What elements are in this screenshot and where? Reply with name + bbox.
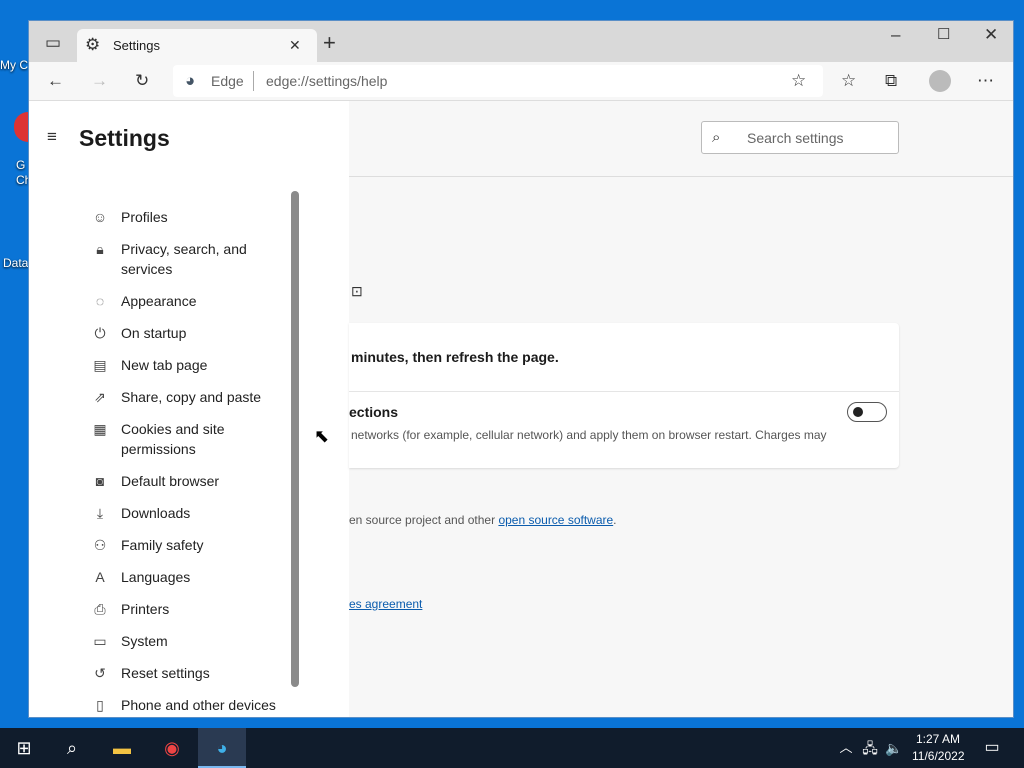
sidebar-item-label: Family safety — [121, 537, 204, 553]
toggle-knob — [853, 407, 863, 417]
page-title: Settings — [79, 125, 170, 151]
reset-icon: ↺ — [94, 665, 106, 681]
tab-settings[interactable]: ⚙ Settings ✕ — [77, 29, 317, 62]
oss-end: . — [613, 513, 617, 527]
desktop-icon-label[interactable]: Data — [3, 256, 28, 270]
metered-description: networks (for example, cellular network)… — [351, 428, 827, 442]
sidebar-scrollbar[interactable] — [291, 191, 299, 687]
briefcase-icon: ⊡ — [351, 283, 363, 299]
collections-icon[interactable]: ⧉ — [885, 71, 897, 91]
search-taskbar-icon[interactable]: ⌕ — [48, 728, 96, 768]
desktop-icon-label[interactable]: My C — [0, 58, 28, 72]
sidebar-item-label: Appearance — [121, 293, 197, 309]
show-hidden-icons[interactable]: ︿ — [834, 728, 858, 768]
browser-window: ▭ ⚙ Settings ✕ + – ☐ ✕ ← → ↻ ◕ Edge edge… — [28, 20, 1014, 718]
edge-logo-icon: ◕ — [185, 71, 196, 90]
back-button[interactable]: ← — [47, 71, 64, 91]
maximize-button[interactable]: ☐ — [937, 25, 950, 45]
toolbar: ← → ↻ ◕ Edge edge://settings/help ☆ ☆ ⧉ … — [29, 62, 1013, 101]
divider — [253, 71, 254, 91]
start-button[interactable]: ⊞ — [0, 728, 48, 768]
close-tab-icon[interactable]: ✕ — [289, 35, 301, 55]
oss-prefix: en source project and other — [349, 513, 499, 527]
desktop-icon-chrome[interactable] — [14, 112, 28, 142]
settings-sidebar: ≡ Settings ☺ Profiles 🔒︎ Privacy, search, a… — [29, 101, 349, 717]
settings-content: ⌕ Search settings ⊡ minutes, then refres… — [349, 101, 1013, 717]
sidebar-item-label: Default browser — [121, 473, 220, 489]
volume-icon[interactable]: 🔈 — [882, 728, 906, 768]
address-bar[interactable]: ◕ Edge edge://settings/help ☆ — [173, 65, 823, 97]
notifications-icon[interactable]: ▭ — [968, 728, 1016, 768]
sidebar-item-label: Printers — [121, 601, 170, 617]
lock-icon: 🔒︎ — [96, 241, 104, 257]
taskbar: ⊞ ⌕ ▬ ◉ ◕ ︿ 🖧 🔈 1:27 AM 11/6/2022 ▭ — [0, 728, 1024, 768]
agreement-link[interactable]: es agreement — [349, 597, 422, 611]
profile-icon: ☺ — [92, 209, 108, 225]
sidebar-item-label: System — [121, 633, 168, 649]
languages-icon: A — [95, 569, 105, 585]
settings-card: minutes, then refresh the page. ections … — [349, 323, 899, 468]
search-icon: ⌕ — [712, 129, 721, 146]
phone-icon: ▯ — [96, 697, 104, 713]
refresh-button[interactable]: ↻ — [135, 71, 149, 91]
sidebar-item-label: Share, copy and paste — [121, 389, 262, 405]
sidebar-item-label: Profiles — [121, 209, 168, 225]
search-input[interactable]: ⌕ Search settings — [701, 121, 899, 154]
cookies-icon: ▦ — [93, 421, 107, 437]
tab-title: Settings — [113, 38, 160, 53]
favorites-icon[interactable]: ☆ — [841, 71, 856, 91]
sidebar-item-label: New tab page — [121, 357, 208, 373]
oss-link[interactable]: open source software — [498, 513, 613, 527]
chrome-icon[interactable]: ◉ — [148, 728, 196, 768]
metered-toggle[interactable] — [847, 402, 887, 422]
system-icon: ▭ — [93, 633, 107, 649]
family-icon: ⚇ — [93, 537, 107, 553]
clock-date[interactable]: 11/6/2022 — [912, 749, 965, 763]
clock-time[interactable]: 1:27 AM — [916, 732, 960, 746]
edge-icon[interactable]: ◕ — [198, 728, 246, 768]
refresh-message: minutes, then refresh the page. — [351, 349, 559, 365]
sidebar-item-label: Cookies and site permissions — [121, 421, 225, 457]
share-icon: ⇗ — [94, 389, 106, 405]
hamburger-menu-icon[interactable]: ≡ — [47, 127, 57, 147]
default-browser-icon: ◙ — [95, 473, 105, 489]
printer-icon: ⎙ — [94, 601, 106, 617]
power-icon: ⏻ — [94, 325, 106, 341]
more-menu-icon[interactable]: ⋯ — [977, 71, 994, 91]
search-placeholder: Search settings — [747, 130, 844, 146]
profile-avatar[interactable] — [929, 70, 951, 92]
add-favorite-icon[interactable]: ☆ — [791, 71, 806, 91]
download-icon: ⤓ — [96, 505, 104, 521]
network-icon[interactable]: 🖧 — [858, 728, 882, 768]
address-prefix: Edge — [211, 73, 244, 89]
header-divider — [349, 176, 1013, 177]
tab-strip: ▭ ⚙ Settings ✕ + – ☐ ✕ — [29, 21, 1013, 62]
metered-title: ections — [349, 404, 399, 420]
new-tab-icon: ▤ — [93, 357, 107, 373]
gear-icon: ⚙ — [85, 35, 101, 54]
sidebar-item-label: Languages — [121, 569, 191, 585]
sidebar-item-label: Phone and other devices — [121, 697, 276, 713]
palette-icon: ◌ — [95, 293, 105, 309]
card-divider — [349, 391, 899, 392]
mouse-cursor: ⬉ — [314, 426, 330, 446]
sidebar-item-label: Downloads — [121, 505, 191, 521]
sidebar-item-label: Reset settings — [121, 665, 210, 681]
oss-text: en source project and other open source … — [349, 513, 617, 527]
url-text: edge://settings/help — [266, 73, 388, 89]
tab-actions-icon[interactable]: ▭ — [43, 33, 63, 53]
file-explorer-icon[interactable]: ▬ — [98, 728, 146, 768]
sidebar-item-label: Privacy, search, and services — [121, 241, 247, 277]
minimize-button[interactable]: – — [891, 25, 900, 45]
new-tab-button[interactable]: + — [323, 32, 336, 54]
close-window-button[interactable]: ✕ — [984, 25, 998, 45]
forward-button[interactable]: → — [91, 71, 108, 91]
sidebar-item-label: On startup — [121, 325, 187, 341]
